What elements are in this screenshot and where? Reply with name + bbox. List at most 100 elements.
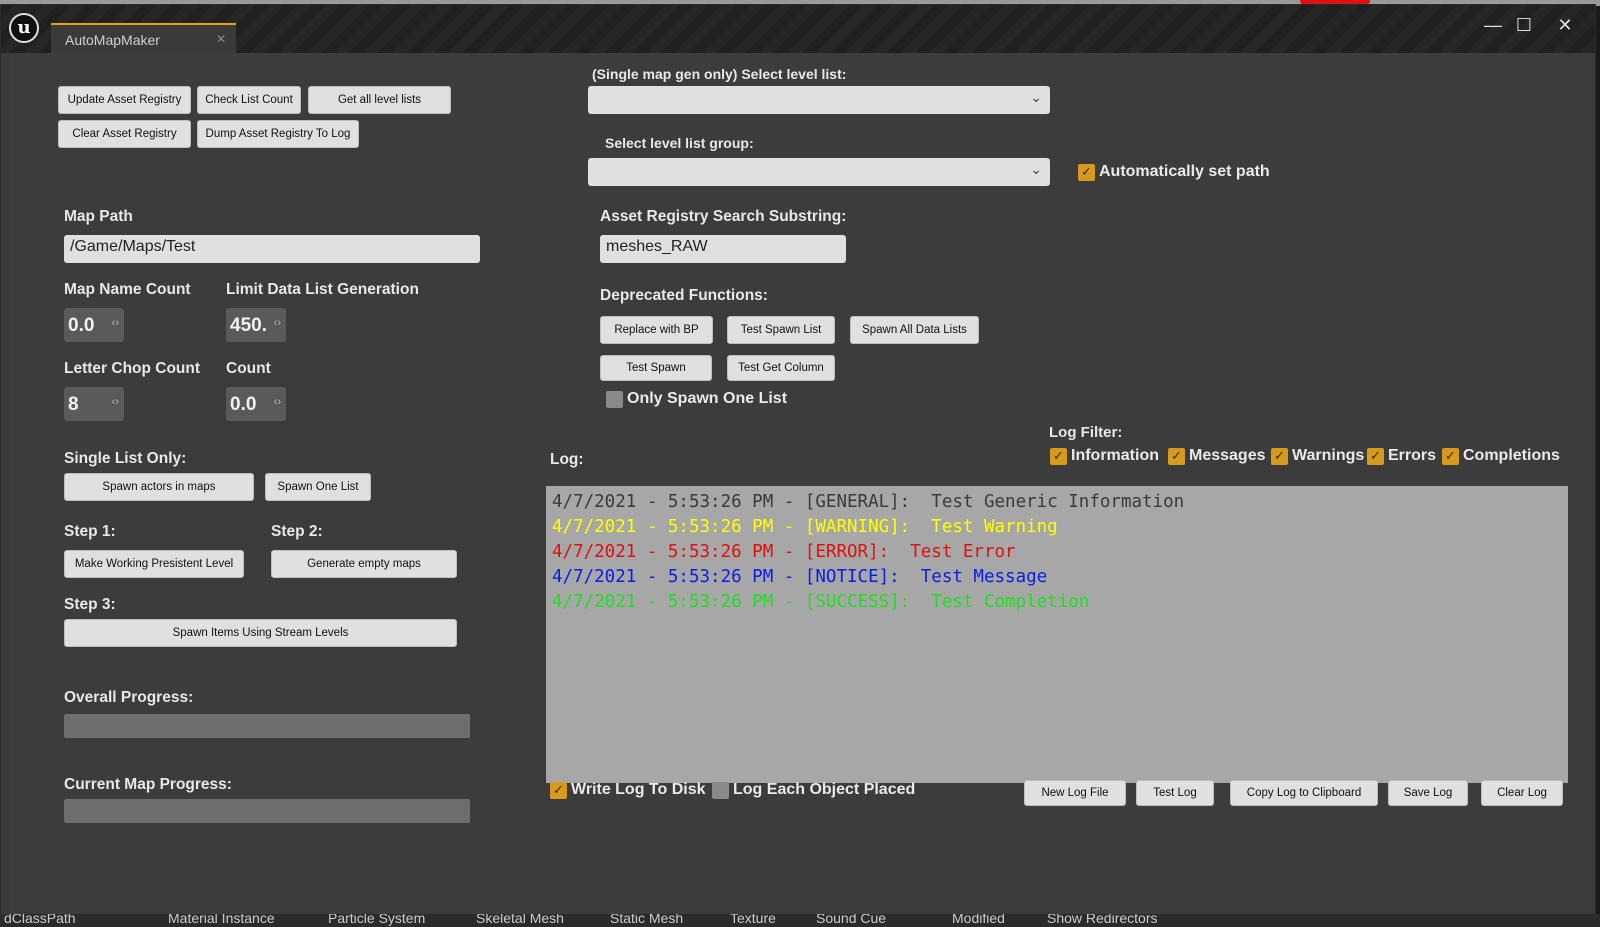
update-asset-registry-button[interactable]: Update Asset Registry [58, 86, 191, 114]
count-label: Count [226, 360, 271, 377]
write-log-label: Write Log To Disk [571, 781, 706, 798]
tab-close-icon[interactable]: ✕ [216, 32, 226, 46]
current-map-progress-label: Current Map Progress: [64, 776, 232, 793]
main-panel: Update Asset Registry Check List Count G… [9, 53, 1592, 915]
checkmark-icon: ✓ [1168, 447, 1185, 465]
step1-label: Step 1: [64, 523, 116, 540]
overall-progress-bar [64, 714, 470, 738]
filter-item[interactable]: Static Mesh [610, 914, 683, 926]
limit-data-spinner[interactable]: 450. ‹› [226, 308, 286, 342]
log-label: Log: [550, 451, 584, 468]
unreal-logo-icon: u [9, 13, 39, 43]
filter-item[interactable]: Skeletal Mesh [476, 914, 564, 926]
checkbox-empty-icon [712, 781, 729, 799]
map-name-count-spinner[interactable]: 0.0 ‹› [64, 308, 124, 342]
filter-item: dClassPath [4, 914, 76, 926]
limit-data-label: Limit Data List Generation [226, 281, 419, 298]
asset-search-label: Asset Registry Search Substring: [600, 208, 847, 225]
level-list-dropdown[interactable]: ⌄ [588, 86, 1050, 114]
test-spawn-list-button[interactable]: Test Spawn List [727, 316, 835, 344]
log-line: 4/7/2021 - 5:53:26 PM - [SUCCESS]: Test … [552, 592, 1090, 612]
replace-with-bp-button[interactable]: Replace with BP [600, 316, 713, 344]
checkbox-empty-icon [606, 390, 623, 408]
log-line: 4/7/2021 - 5:53:26 PM - [NOTICE]: Test M… [552, 567, 1048, 587]
deprecated-label: Deprecated Functions: [600, 287, 768, 304]
spinner-arrows-icon: ‹› [111, 396, 119, 408]
map-path-input[interactable]: /Game/Maps/Test [64, 235, 480, 263]
filter-item[interactable]: Texture [730, 914, 776, 926]
filter-item[interactable]: Material Instance [168, 914, 275, 926]
maximize-button[interactable]: ☐ [1509, 15, 1539, 36]
filter-information-label: Information [1071, 447, 1159, 464]
step3-label: Step 3: [64, 596, 116, 613]
filter-messages-label: Messages [1189, 447, 1266, 464]
filter-item[interactable]: Show Redirectors [1047, 914, 1158, 926]
only-spawn-one-checkbox[interactable]: Only Spawn One List [606, 390, 787, 408]
filter-item[interactable]: Particle System [328, 914, 425, 926]
filter-completions-checkbox[interactable]: ✓ Completions [1442, 447, 1560, 465]
minimize-button[interactable]: — [1478, 15, 1508, 36]
check-list-count-button[interactable]: Check List Count [197, 86, 301, 114]
spawn-all-data-lists-button[interactable]: Spawn All Data Lists [850, 316, 979, 344]
filter-completions-label: Completions [1463, 447, 1560, 464]
filter-item[interactable]: Modified [952, 914, 1005, 926]
chevron-down-icon: ⌄ [1030, 89, 1042, 105]
write-log-to-disk-checkbox[interactable]: ✓ Write Log To Disk [550, 781, 706, 799]
close-button[interactable]: ✕ [1550, 15, 1580, 36]
dump-asset-registry-button[interactable]: Dump Asset Registry To Log [197, 120, 359, 148]
filter-errors-checkbox[interactable]: ✓ Errors [1367, 447, 1436, 465]
generate-empty-maps-button[interactable]: Generate empty maps [271, 550, 457, 578]
overall-progress-label: Overall Progress: [64, 689, 194, 706]
auto-set-path-checkbox[interactable]: ✓ Automatically set path [1078, 163, 1270, 181]
new-log-file-button[interactable]: New Log File [1024, 780, 1126, 806]
log-output[interactable]: 4/7/2021 - 5:53:26 PM - [GENERAL]: Test … [546, 486, 1568, 783]
count-spinner[interactable]: 0.0 ‹› [226, 387, 286, 421]
copy-log-button[interactable]: Copy Log to Clipboard [1230, 780, 1378, 806]
level-list-group-dropdown[interactable]: ⌄ [588, 158, 1050, 186]
filter-item[interactable]: Sound Cue [816, 914, 886, 926]
log-line: 4/7/2021 - 5:53:26 PM - [WARNING]: Test … [552, 517, 1058, 537]
auto-set-path-label: Automatically set path [1099, 163, 1270, 180]
checkmark-icon: ✓ [1078, 163, 1095, 181]
step2-label: Step 2: [271, 523, 323, 540]
background-filter-bar: dClassPath Material Instance Particle Sy… [0, 914, 1600, 927]
clear-log-button[interactable]: Clear Log [1481, 780, 1563, 806]
single-list-label: Single List Only: [64, 450, 187, 467]
filter-warnings-checkbox[interactable]: ✓ Warnings [1271, 447, 1364, 465]
count-value: 0.0 [230, 394, 257, 415]
tab-label: AutoMapMaker [65, 32, 160, 48]
current-map-progress-bar [64, 799, 470, 823]
title-bar[interactable]: u AutoMapMaker ✕ — ☐ ✕ [1, 5, 1595, 53]
log-each-object-label: Log Each Object Placed [733, 781, 916, 798]
test-get-column-button[interactable]: Test Get Column [727, 355, 835, 381]
test-spawn-button[interactable]: Test Spawn [600, 355, 712, 381]
test-log-button[interactable]: Test Log [1136, 780, 1214, 806]
filter-information-checkbox[interactable]: ✓ Information [1050, 447, 1159, 465]
checkmark-icon: ✓ [1050, 447, 1067, 465]
letter-chop-spinner[interactable]: 8 ‹› [64, 387, 124, 421]
spawn-one-list-button[interactable]: Spawn One List [265, 473, 371, 501]
filter-messages-checkbox[interactable]: ✓ Messages [1168, 447, 1266, 465]
spawn-items-stream-button[interactable]: Spawn Items Using Stream Levels [64, 619, 457, 647]
letter-chop-value: 8 [68, 394, 79, 415]
asset-search-input[interactable]: meshes_RAW [600, 235, 846, 263]
log-line: 4/7/2021 - 5:53:26 PM - [GENERAL]: Test … [552, 492, 1185, 512]
log-filter-label: Log Filter: [1049, 424, 1123, 441]
spinner-arrows-icon: ‹› [273, 317, 281, 329]
tab-automapmaker[interactable]: AutoMapMaker ✕ [51, 23, 236, 53]
filter-errors-label: Errors [1388, 447, 1437, 464]
letter-chop-label: Letter Chop Count [64, 360, 201, 377]
clear-asset-registry-button[interactable]: Clear Asset Registry [58, 120, 191, 148]
checkmark-icon: ✓ [1367, 447, 1384, 465]
get-all-level-lists-button[interactable]: Get all level lists [308, 86, 451, 114]
map-path-label: Map Path [64, 208, 133, 225]
make-working-level-button[interactable]: Make Working Presistent Level [64, 550, 244, 578]
chevron-down-icon: ⌄ [1030, 161, 1042, 177]
spawn-actors-button[interactable]: Spawn actors in maps [64, 473, 254, 501]
map-name-count-value: 0.0 [68, 315, 95, 336]
map-name-count-label: Map Name Count [64, 281, 191, 298]
log-each-object-checkbox[interactable]: Log Each Object Placed [712, 781, 915, 799]
spinner-arrows-icon: ‹› [273, 396, 281, 408]
checkmark-icon: ✓ [1271, 447, 1288, 465]
save-log-button[interactable]: Save Log [1388, 780, 1468, 806]
